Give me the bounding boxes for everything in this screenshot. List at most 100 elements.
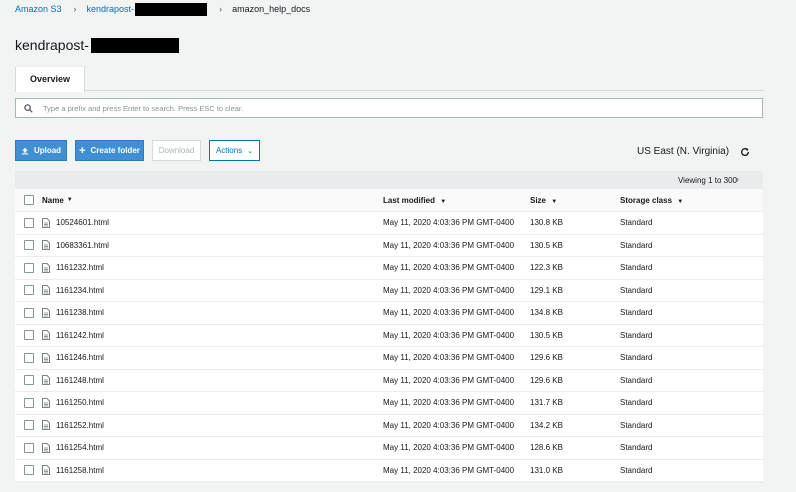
actions-dropdown[interactable]: Actions ⌄ xyxy=(209,140,260,161)
file-name-cell[interactable]: 10524601.html xyxy=(42,217,383,228)
file-size: 128.6 KB xyxy=(530,443,563,453)
search-input[interactable] xyxy=(41,102,645,114)
file-name-cell[interactable]: 1161254.html xyxy=(42,442,383,453)
file-icon xyxy=(42,285,50,296)
column-header-storage-class-label: Storage class xyxy=(620,195,673,205)
table-row[interactable]: 1161232.html May 11, 2020 4:03:36 PM GMT… xyxy=(15,257,763,280)
column-header-size[interactable]: Size ▼ xyxy=(530,196,620,205)
file-size: 130.5 KB xyxy=(530,330,563,340)
row-checkbox[interactable] xyxy=(23,352,34,363)
chevron-right-icon: › xyxy=(219,4,223,14)
table-row[interactable]: 1161252.html May 11, 2020 4:03:36 PM GMT… xyxy=(15,414,763,437)
row-checkbox[interactable] xyxy=(23,262,34,273)
file-name[interactable]: 1161258.html xyxy=(56,466,104,475)
file-name[interactable]: 1161250.html xyxy=(56,398,104,407)
sort-caret-icon: ▼ xyxy=(551,198,558,205)
redaction-bar xyxy=(90,37,179,53)
row-checkbox-cell xyxy=(15,352,42,363)
tab-overview[interactable]: Overview xyxy=(15,65,85,92)
row-checkbox[interactable] xyxy=(23,307,34,318)
table-row[interactable]: 10524601.html May 11, 2020 4:03:36 PM GM… xyxy=(15,212,763,235)
row-checkbox[interactable] xyxy=(23,375,34,386)
column-header-storage-class[interactable]: Storage class ▼ xyxy=(620,196,763,205)
select-all-checkbox[interactable] xyxy=(23,195,34,205)
create-folder-button[interactable]: + Create folder xyxy=(75,140,144,161)
file-size: 134.2 KB xyxy=(530,420,563,430)
table-row[interactable]: 1161248.html May 11, 2020 4:03:36 PM GMT… xyxy=(15,369,763,392)
file-name-cell[interactable]: 1161250.html xyxy=(42,397,383,408)
objects-table: Name ▼ Last modified ▼ Size ▼ Storage cl… xyxy=(15,189,763,482)
file-name-cell[interactable]: 1161242.html xyxy=(42,330,383,341)
file-icon xyxy=(42,397,50,408)
file-name[interactable]: 1161248.html xyxy=(56,376,104,385)
file-icon xyxy=(42,262,50,273)
table-row[interactable]: 1161254.html May 11, 2020 4:03:36 PM GMT… xyxy=(15,437,763,460)
chevron-down-icon: ⌄ xyxy=(247,147,254,155)
region-label: US East (N. Virginia) xyxy=(637,146,730,157)
storage-class: Standard xyxy=(620,330,653,340)
file-name-cell[interactable]: 10683361.html xyxy=(42,240,383,251)
table-row[interactable]: 1161250.html May 11, 2020 4:03:36 PM GMT… xyxy=(15,392,763,415)
file-name[interactable]: 10524601.html xyxy=(56,218,109,227)
refresh-icon[interactable] xyxy=(740,147,750,157)
file-name[interactable]: 10683361.html xyxy=(56,241,109,250)
table-row[interactable]: 1161258.html May 11, 2020 4:03:36 PM GMT… xyxy=(15,459,763,482)
row-checkbox[interactable] xyxy=(23,465,34,476)
row-checkbox[interactable] xyxy=(23,397,34,408)
row-checkbox[interactable] xyxy=(23,442,34,453)
table-row[interactable]: 1161246.html May 11, 2020 4:03:36 PM GMT… xyxy=(15,347,763,370)
storage-class: Standard xyxy=(620,263,653,273)
file-name-cell[interactable]: 1161258.html xyxy=(42,465,383,476)
file-name-cell[interactable]: 1161252.html xyxy=(42,420,383,431)
row-checkbox[interactable] xyxy=(23,285,34,296)
file-name-cell[interactable]: 1161238.html xyxy=(42,307,383,318)
breadcrumb-bucket[interactable]: kendrapost- xyxy=(87,4,135,14)
table-row[interactable]: 10683361.html May 11, 2020 4:03:36 PM GM… xyxy=(15,234,763,257)
sort-caret-icon: ▼ xyxy=(66,197,73,203)
row-checkbox[interactable] xyxy=(23,420,34,431)
file-name[interactable]: 1161254.html xyxy=(56,443,104,452)
last-modified: May 11, 2020 4:03:36 PM GMT-0400 xyxy=(383,308,515,318)
row-checkbox[interactable] xyxy=(23,330,34,341)
file-name[interactable]: 1161242.html xyxy=(56,331,104,340)
sort-caret-icon: ▼ xyxy=(440,198,447,205)
chevron-right-icon[interactable]: › xyxy=(736,174,739,184)
file-size: 134.8 KB xyxy=(530,308,563,318)
column-header-name[interactable]: Name ▼ xyxy=(42,196,383,205)
file-name[interactable]: 1161232.html xyxy=(56,263,104,272)
upload-button[interactable]: Upload xyxy=(15,140,67,161)
file-size: 131.7 KB xyxy=(530,398,563,408)
last-modified: May 11, 2020 4:03:36 PM GMT-0400 xyxy=(383,353,515,363)
column-header-last-modified[interactable]: Last modified ▼ xyxy=(383,196,530,205)
table-row[interactable]: 1161242.html May 11, 2020 4:03:36 PM GMT… xyxy=(15,324,763,347)
column-header-last-modified-label: Last modified xyxy=(383,195,436,205)
file-size: 129.6 KB xyxy=(530,353,563,363)
file-name[interactable]: 1161238.html xyxy=(56,308,104,317)
upload-icon xyxy=(21,147,29,154)
file-size: 122.3 KB xyxy=(530,263,563,273)
row-checkbox[interactable] xyxy=(23,217,34,228)
last-modified: May 11, 2020 4:03:36 PM GMT-0400 xyxy=(383,285,515,295)
file-name-cell[interactable]: 1161248.html xyxy=(42,375,383,386)
file-name[interactable]: 1161246.html xyxy=(56,353,104,362)
storage-class: Standard xyxy=(620,353,653,363)
table-row[interactable]: 1161238.html May 11, 2020 4:03:36 PM GMT… xyxy=(15,302,763,325)
breadcrumb: Amazon S3 › kendrapost- › amazon_help_do… xyxy=(15,0,310,18)
column-header-name-label: Name xyxy=(42,195,64,205)
file-name-cell[interactable]: 1161232.html xyxy=(42,262,383,273)
row-checkbox-cell xyxy=(15,465,42,476)
file-name[interactable]: 1161234.html xyxy=(56,286,104,295)
last-modified: May 11, 2020 4:03:36 PM GMT-0400 xyxy=(383,443,515,453)
row-checkbox[interactable] xyxy=(23,240,34,251)
file-name[interactable]: 1161252.html xyxy=(56,421,104,430)
download-button[interactable]: Download xyxy=(152,140,201,161)
file-name-cell[interactable]: 1161234.html xyxy=(42,285,383,296)
file-icon xyxy=(42,307,50,318)
breadcrumb-amazon-s3[interactable]: Amazon S3 xyxy=(15,4,62,14)
actions-dropdown-label: Actions xyxy=(215,146,243,155)
row-checkbox-cell xyxy=(15,375,42,386)
table-row[interactable]: 1161234.html May 11, 2020 4:03:36 PM GMT… xyxy=(15,279,763,302)
file-size: 129.6 KB xyxy=(530,375,563,385)
plus-icon: + xyxy=(79,144,86,157)
file-name-cell[interactable]: 1161246.html xyxy=(42,352,383,363)
